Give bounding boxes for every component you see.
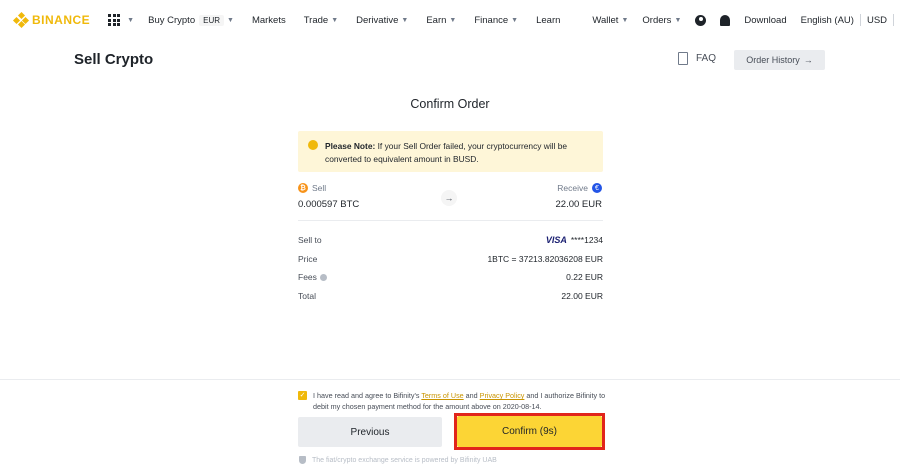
- nav-buy-crypto[interactable]: Buy Crypto EUR ▼: [148, 14, 234, 26]
- privacy-policy-link[interactable]: Privacy Policy: [480, 391, 525, 400]
- faq-link[interactable]: FAQ: [678, 52, 716, 65]
- previous-button[interactable]: Previous: [298, 417, 442, 447]
- powered-text: The fiat/crypto exchange service is powe…: [312, 456, 497, 464]
- page-title: Sell Crypto: [74, 51, 154, 68]
- bell-icon: [720, 14, 731, 26]
- sell-label-text: Sell: [312, 183, 327, 193]
- detail-row-price: Price 1BTC = 37213.82036208 EUR: [298, 254, 603, 264]
- fees-label: Fees: [298, 272, 317, 282]
- nav-finance[interactable]: Finance ▼: [474, 15, 518, 26]
- order-history-button[interactable]: Order History →: [734, 50, 825, 70]
- binance-logo-icon: [12, 11, 30, 29]
- bitcoin-icon: ₿: [298, 183, 308, 193]
- sell-note-banner: Please Note: If your Sell Order failed, …: [298, 131, 603, 172]
- visa-icon: VISA: [545, 235, 567, 245]
- detail-row-fees: Fees 0.22 EUR: [298, 272, 603, 282]
- chevron-down-icon: ▼: [401, 16, 409, 24]
- detail-label: Price: [298, 254, 318, 264]
- powered-by-note: The fiat/crypto exchange service is powe…: [299, 456, 497, 464]
- currency-badge: EUR: [199, 14, 224, 26]
- nav-earn[interactable]: Earn ▼: [426, 15, 456, 26]
- agree-checkbox[interactable]: ✓: [298, 391, 307, 400]
- logo-text: BINANCE: [32, 13, 91, 27]
- nav-label: USD: [866, 14, 888, 26]
- nav-label: Markets: [251, 14, 286, 26]
- faq-label: FAQ: [696, 53, 717, 64]
- nav-orders[interactable]: Orders ▼: [642, 15, 681, 26]
- detail-row-sell-to: Sell to VISA ****1234: [298, 235, 603, 245]
- divider: [859, 14, 861, 26]
- nav-label: Earn: [426, 14, 447, 26]
- nav-label: Buy Crypto: [148, 14, 196, 26]
- sell-label: ₿ Sell: [298, 183, 326, 193]
- order-history-label: Order History: [746, 55, 800, 65]
- grid-icon: [108, 14, 121, 26]
- chevron-down-icon: ▼: [511, 16, 519, 24]
- nav-download[interactable]: Download: [744, 15, 786, 26]
- confirm-order-title: Confirm Order: [410, 97, 490, 111]
- receive-label-text: Receive: [557, 183, 588, 193]
- chevron-down-icon: ▼: [331, 16, 339, 24]
- nav-label: Learn: [536, 14, 561, 26]
- detail-label: Sell to: [298, 235, 322, 245]
- shield-icon: [299, 456, 306, 464]
- binance-logo[interactable]: BINANCE: [12, 11, 91, 29]
- document-icon: [678, 52, 688, 65]
- chevron-down-icon: ▼: [449, 16, 457, 24]
- profile-button[interactable]: [695, 14, 707, 26]
- nav-label: Derivative: [356, 14, 399, 26]
- agreement-text: ✓ I have read and agree to Bifinity's Te…: [298, 390, 608, 412]
- nav-learn[interactable]: Learn: [536, 15, 560, 26]
- detail-value: 0.22 EUR: [566, 272, 603, 282]
- nav-label: Trade: [303, 14, 329, 26]
- currency-selector[interactable]: USD: [867, 15, 887, 26]
- info-icon[interactable]: [319, 273, 327, 281]
- nav-label: Finance: [474, 14, 509, 26]
- language-selector[interactable]: English (AU): [801, 15, 854, 26]
- confirm-button[interactable]: Confirm (9s): [457, 416, 602, 447]
- chevron-down-icon: ▼: [227, 16, 234, 24]
- receive-label: Receive €: [557, 183, 602, 193]
- detail-label: Total: [298, 291, 316, 301]
- chevron-down-icon: ▼: [127, 16, 135, 24]
- agree-and: and: [463, 391, 480, 400]
- card-number: ****1234: [570, 235, 603, 245]
- agree-prefix: I have read and agree to Bifinity's: [313, 391, 422, 400]
- detail-value: 1BTC = 37213.82036208 EUR: [487, 254, 603, 264]
- chevron-down-icon: ▼: [621, 16, 629, 24]
- detail-row-total: Total 22.00 EUR: [298, 291, 603, 301]
- nav-label: Wallet: [592, 14, 619, 26]
- nav-label: Download: [744, 14, 787, 26]
- arrow-right-icon: →: [803, 55, 813, 65]
- divider: [298, 220, 603, 221]
- euro-icon: €: [592, 183, 602, 193]
- user-icon: [695, 14, 707, 26]
- nav-markets[interactable]: Markets: [252, 15, 286, 26]
- lightbulb-icon: [308, 140, 318, 150]
- nav-right: Wallet ▼ Orders ▼ Download English (AU) …: [578, 14, 900, 26]
- note-title: Please Note:: [325, 141, 376, 151]
- arrow-right-icon: →: [441, 190, 457, 206]
- apps-menu[interactable]: ▼: [108, 14, 134, 26]
- sell-amount: 0.000597 BTC: [298, 199, 360, 210]
- detail-value: 22.00 EUR: [561, 291, 603, 301]
- nav-label: English (AU): [800, 14, 854, 26]
- terms-of-use-link[interactable]: Terms of Use: [421, 391, 463, 400]
- divider: [893, 14, 895, 26]
- nav-wallet[interactable]: Wallet ▼: [592, 15, 628, 26]
- chevron-down-icon: ▼: [674, 16, 682, 24]
- detail-label: Fees: [298, 272, 327, 282]
- notifications-button[interactable]: [720, 14, 731, 26]
- nav-trade[interactable]: Trade ▼: [304, 15, 338, 26]
- detail-value: VISA ****1234: [546, 235, 603, 245]
- nav-label: Orders: [642, 14, 672, 26]
- top-nav: BINANCE ▼ Buy Crypto EUR ▼ Markets Trade…: [0, 0, 900, 40]
- nav-derivative[interactable]: Derivative ▼: [356, 15, 408, 26]
- receive-amount: 22.00 EUR: [555, 199, 602, 210]
